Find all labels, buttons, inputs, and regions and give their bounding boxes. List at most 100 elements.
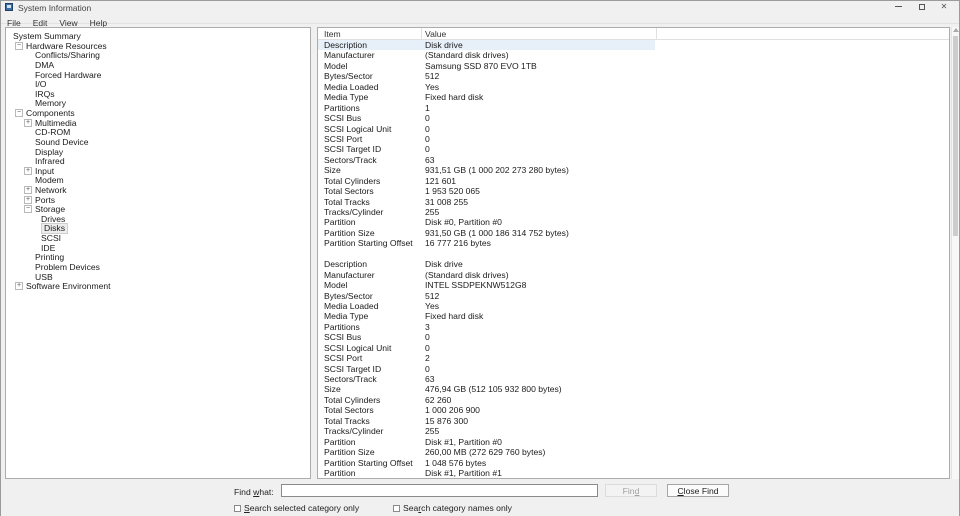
expand-icon[interactable]: + [24, 118, 32, 127]
table-row[interactable]: SCSI Port 2 [318, 353, 949, 363]
table-row[interactable]: SCSI Target ID 0 [318, 364, 949, 374]
table-row[interactable]: Manufacturer (Standard disk drives) [318, 50, 949, 60]
scroll-up-icon[interactable] [953, 28, 959, 32]
row-item-cell: Media Loaded [324, 81, 379, 92]
table-row[interactable]: Bytes/Sector 512 [318, 291, 949, 301]
close-button[interactable]: ✕ [933, 1, 955, 13]
find-input[interactable] [281, 484, 598, 497]
column-header-value[interactable]: Value [425, 29, 446, 39]
search-category-names-checkbox[interactable]: Search category names only [393, 503, 512, 513]
row-item-cell: Description [324, 40, 367, 50]
table-row[interactable]: Sectors/Track 63 [318, 155, 949, 165]
sidebar-item-cd-rom[interactable]: CD-ROM [6, 127, 310, 137]
scrollbar-thumb[interactable] [953, 36, 958, 236]
sidebar-item-system-summary[interactable]: System Summary [6, 31, 310, 41]
table-row[interactable]: Sectors/Track 63 [318, 374, 949, 384]
table-row[interactable]: Partition Disk #1, Partition #0 [318, 437, 949, 447]
collapse-icon[interactable]: − [24, 205, 32, 214]
table-row[interactable]: Description Disk drive [318, 259, 949, 269]
sidebar-item-ide[interactable]: IDE [6, 243, 310, 253]
table-row[interactable]: Size 476,94 GB (512 105 932 800 bytes) [318, 384, 949, 394]
sidebar-item-irqs[interactable]: IRQs [6, 89, 310, 99]
column-header-item[interactable]: Item [324, 29, 341, 39]
table-row[interactable]: Total Cylinders 121 601 [318, 176, 949, 186]
close-find-button[interactable]: Close Find [667, 484, 729, 497]
expand-icon[interactable]: + [15, 282, 23, 291]
sidebar-item-sound-device[interactable]: Sound Device [6, 137, 310, 147]
collapse-icon[interactable]: − [15, 109, 23, 118]
row-value-cell: 931,50 GB (1 000 186 314 752 bytes) [425, 227, 569, 238]
table-row[interactable]: Partition Disk #0, Partition #0 [318, 217, 949, 227]
sidebar-item-usb[interactable]: USB [6, 272, 310, 282]
table-row[interactable]: Total Sectors 1 000 206 900 [318, 405, 949, 415]
table-row[interactable]: Total Cylinders 62 260 [318, 395, 949, 405]
sidebar-item-conflicts-sharing[interactable]: Conflicts/Sharing [6, 50, 310, 60]
expand-icon[interactable]: + [24, 166, 32, 175]
sidebar-item-software-environment[interactable]: + Software Environment [6, 281, 310, 291]
table-row[interactable]: Model Samsung SSD 870 EVO 1TB [318, 61, 949, 71]
sidebar-item-infrared[interactable]: Infrared [6, 156, 310, 166]
sidebar-item-multimedia[interactable]: + Multimedia [6, 118, 310, 128]
sidebar-item-problem-devices[interactable]: Problem Devices [6, 262, 310, 272]
vertical-scrollbar[interactable] [951, 27, 959, 479]
table-row[interactable]: SCSI Port 0 [318, 134, 949, 144]
table-row[interactable]: Bytes/Sector 512 [318, 71, 949, 81]
table-row[interactable]: SCSI Target ID 0 [318, 144, 949, 154]
sidebar-item-forced-hardware[interactable]: Forced Hardware [6, 70, 310, 80]
sidebar-item-scsi[interactable]: SCSI [6, 233, 310, 243]
sidebar-item-dma[interactable]: DMA [6, 60, 310, 70]
column-divider[interactable] [656, 28, 657, 40]
sidebar-item-hardware-resources[interactable]: − Hardware Resources [6, 41, 310, 51]
table-row[interactable]: Media Type Fixed hard disk [318, 311, 949, 321]
minimize-button[interactable] [887, 1, 909, 13]
sidebar-item-disks[interactable]: Disks [6, 222, 310, 234]
maximize-button[interactable] [911, 1, 933, 13]
table-row[interactable]: Model INTEL SSDPEKNW512G8 [318, 280, 949, 290]
column-divider[interactable] [421, 28, 422, 40]
table-row[interactable]: Partitions 3 [318, 322, 949, 332]
table-row[interactable]: Partitions 1 [318, 103, 949, 113]
table-row[interactable]: Partition Size 931,50 GB (1 000 186 314 7… [318, 228, 949, 238]
table-row[interactable]: Tracks/Cylinder 255 [318, 426, 949, 436]
expand-icon[interactable]: + [24, 186, 32, 195]
expand-icon[interactable]: + [24, 195, 32, 204]
sidebar-item-ports[interactable]: + Ports [6, 195, 310, 205]
table-row[interactable]: Partition Disk #1, Partition #1 [318, 468, 949, 478]
table-row[interactable]: SCSI Logical Unit 0 [318, 124, 949, 134]
table-row[interactable]: Partition Starting Offset 1 048 576 bytes [318, 458, 949, 468]
sidebar-item-i-o[interactable]: I/O [6, 79, 310, 89]
table-row[interactable]: SCSI Logical Unit 0 [318, 343, 949, 353]
collapse-icon[interactable]: − [15, 41, 23, 50]
search-selected-category-checkbox[interactable]: Search selected category only [234, 503, 359, 513]
sidebar-item-storage[interactable]: − Storage [6, 204, 310, 214]
sidebar-item-display[interactable]: Display [6, 147, 310, 157]
table-row[interactable]: Manufacturer (Standard disk drives) [318, 270, 949, 280]
sidebar-item-network[interactable]: + Network [6, 185, 310, 195]
table-row[interactable]: Total Tracks 15 876 300 [318, 416, 949, 426]
table-row[interactable]: Total Tracks 31 008 255 [318, 197, 949, 207]
row-item-cell: Manufacturer [324, 50, 375, 61]
sidebar-item-memory[interactable]: Memory [6, 98, 310, 108]
row-value-cell: 0 [425, 332, 430, 343]
tree-item-label: DMA [35, 59, 55, 70]
table-row[interactable]: SCSI Bus 0 [318, 332, 949, 342]
row-value-cell: Disk drive [425, 40, 463, 50]
table-row[interactable]: Partition Starting Offset 16 777 216 byte… [318, 238, 949, 248]
row-item-cell: SCSI Bus [324, 113, 362, 124]
sidebar-item-input[interactable]: + Input [6, 166, 310, 176]
row-item-cell: Sectors/Track [324, 374, 377, 384]
sidebar-item-modem[interactable]: Modem [6, 175, 310, 185]
table-row[interactable]: Description Disk drive [318, 40, 655, 51]
row-value-cell: 0 [425, 123, 430, 134]
table-row[interactable]: Media Loaded Yes [318, 301, 949, 311]
table-row[interactable]: Total Sectors 1 953 520 065 [318, 186, 949, 196]
table-row[interactable]: Size 931,51 GB (1 000 202 273 280 bytes) [318, 165, 949, 175]
sidebar-item-printing[interactable]: Printing [6, 252, 310, 262]
sidebar-item-components[interactable]: − Components [6, 108, 310, 118]
table-row[interactable]: Tracks/Cylinder 255 [318, 207, 949, 217]
table-row[interactable]: Partition Size 260,00 MB (272 629 760 byt… [318, 447, 949, 457]
table-row[interactable]: Media Type Fixed hard disk [318, 92, 949, 102]
table-row[interactable]: SCSI Bus 0 [318, 113, 949, 123]
table-row[interactable]: Media Loaded Yes [318, 82, 949, 92]
find-button[interactable]: Find [605, 484, 657, 497]
